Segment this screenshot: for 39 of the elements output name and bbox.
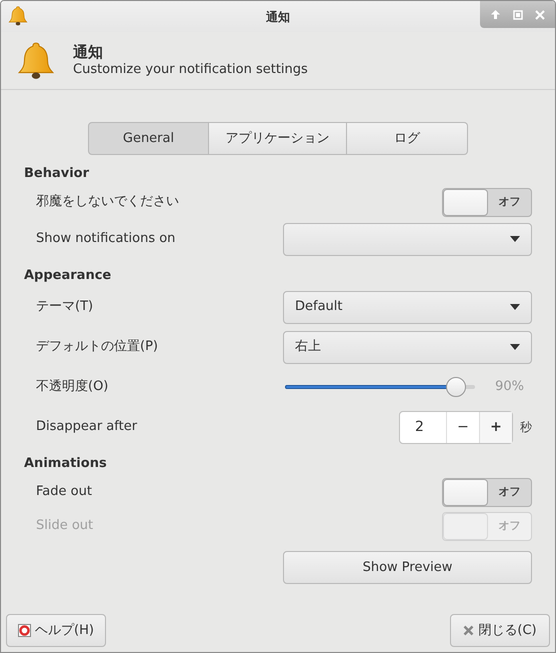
setting-label: Disappear after (36, 418, 138, 436)
window-title: 通知 (266, 8, 290, 26)
dropdown[interactable]: Default (283, 290, 532, 324)
section-heading: Appearance (23, 267, 112, 286)
opacity-reading: 90% (495, 378, 524, 396)
header-title: 通知 (73, 44, 104, 60)
maximize-icon[interactable] (513, 10, 523, 20)
toggle-switch[interactable]: オフ (442, 478, 532, 506)
header-subtitle: Customize your notification settings (73, 60, 308, 78)
setting-label: テーマ(T) (36, 298, 94, 316)
setting-label: Fade out (36, 483, 92, 502)
caret-icon (510, 236, 520, 242)
slider-thumb[interactable] (446, 377, 466, 397)
setting-label: デフォルトの位置(P) (36, 338, 158, 356)
setting-label: 不透明度(O) (36, 378, 108, 396)
section-heading: Behavior (23, 165, 90, 184)
dropdown[interactable] (283, 222, 532, 256)
tab[interactable]: General (88, 122, 209, 155)
preview-button[interactable]: Show Preview (283, 551, 532, 584)
section-heading: Animations (23, 455, 108, 474)
setting-label: Show notifications on (36, 230, 176, 248)
setting-label: Slide out (36, 517, 94, 536)
toggle-switch[interactable]: オフ (442, 188, 532, 216)
close-icon (463, 625, 474, 636)
lifebuoy-icon (18, 624, 32, 637)
increment-button[interactable]: + (479, 412, 512, 442)
close-icon[interactable] (535, 10, 545, 20)
tab[interactable]: アプリケーション (209, 122, 347, 155)
help-button[interactable]: ヘルプ(H) (6, 614, 106, 647)
close-button[interactable]: 閉じる(C) (450, 614, 550, 647)
caret-icon (510, 304, 520, 310)
setting-label: 邪魔をしないでください (36, 193, 179, 212)
bell-icon (7, 5, 29, 27)
up-arrow-icon[interactable] (490, 9, 501, 20)
unit-label: 秒 (520, 419, 532, 436)
caret-icon (510, 344, 520, 350)
spin-field[interactable]: 2 − + (399, 410, 513, 444)
tab[interactable]: ログ (347, 122, 468, 155)
dropdown[interactable]: 右上 (283, 330, 532, 364)
